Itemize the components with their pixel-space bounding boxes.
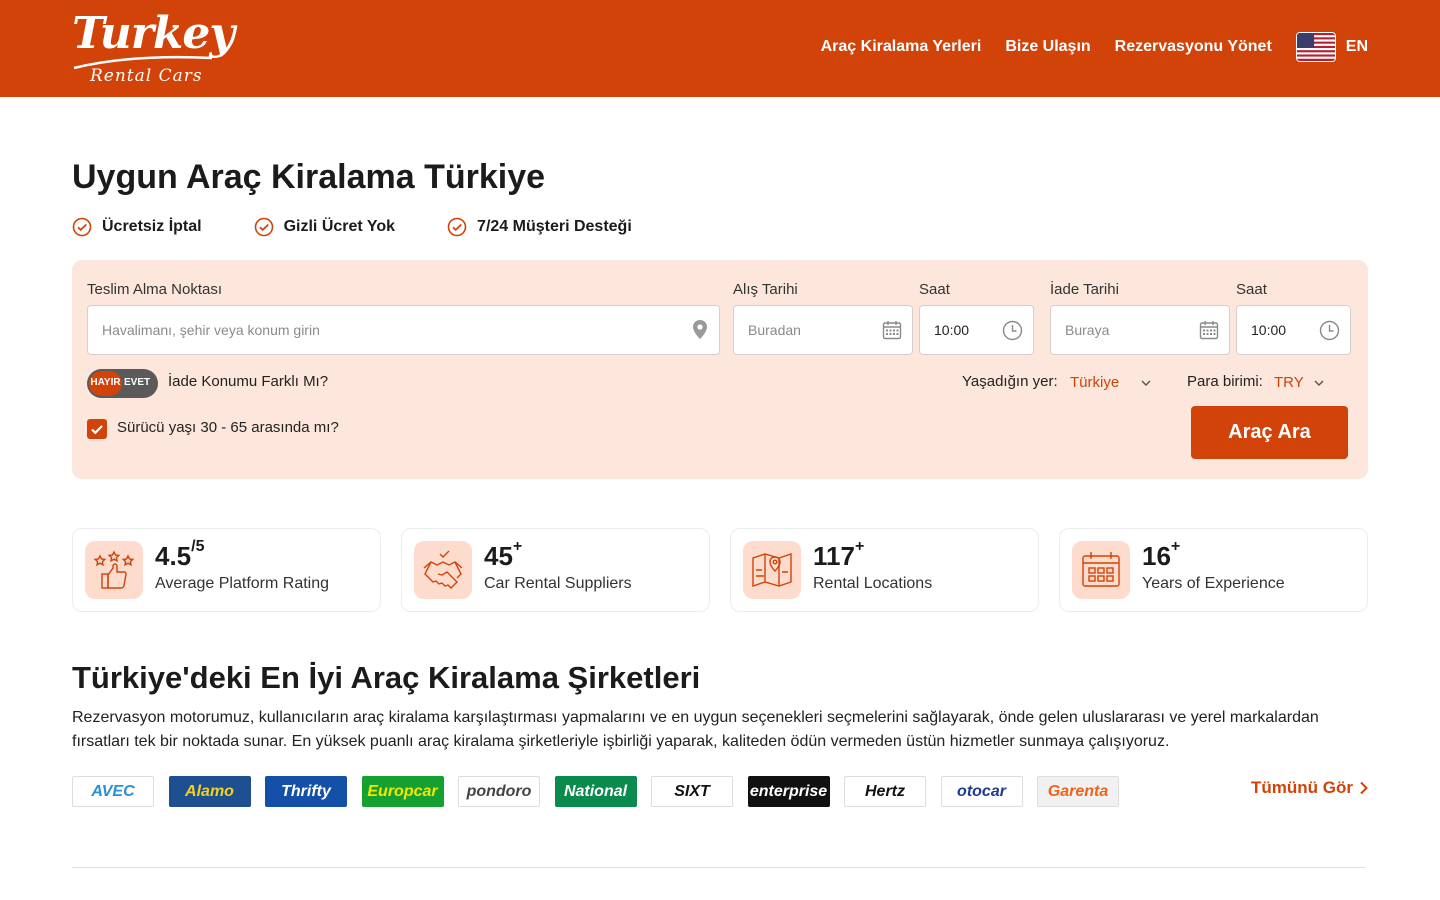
calendar-icon [1072, 541, 1130, 599]
pickup-location-input[interactable] [102, 322, 705, 338]
checkmark-icon [91, 425, 103, 435]
stat-value: 45+ [484, 538, 523, 571]
check-circle-icon [72, 217, 92, 237]
stat-card-rating: 4.5/5 Average Platform Rating [72, 528, 381, 612]
stat-label: Car Rental Suppliers [484, 575, 632, 592]
nav-manage-booking[interactable]: Rezervasyonu Yönet [1115, 38, 1272, 56]
handshake-icon [414, 541, 472, 599]
companies-title: Türkiye'deki En İyi Araç Kiralama Şirket… [72, 660, 701, 695]
stat-card-locations: 117+ Rental Locations [730, 528, 1039, 612]
return-time-value: 10:00 [1251, 322, 1287, 338]
brand-logo-europcar[interactable]: Europcar [361, 776, 444, 807]
return-date-label: İade Tarihi [1050, 281, 1119, 298]
feature-no-hidden-fee: Gizli Ücret Yok [254, 217, 395, 237]
brand-logo-thrifty[interactable]: Thrifty [265, 776, 347, 807]
pickup-location-label: Teslim Alma Noktası [87, 281, 223, 298]
return-time-label: Saat [1236, 281, 1267, 298]
search-cars-button[interactable]: Araç Ara [1191, 406, 1348, 459]
stat-value: 4.5/5 [155, 538, 205, 571]
driver-age-label: Sürücü yaşı 30 - 65 arasında mı? [117, 419, 339, 436]
brand-logo-pondoro[interactable]: pondoro [458, 776, 540, 807]
toggle-no-label: HAYIR [90, 377, 121, 388]
brand-logo-garenta[interactable]: Garenta [1037, 776, 1119, 807]
stat-value: 16+ [1142, 538, 1181, 571]
brand-logo-row: AVEC Alamo Thrifty Europcar pondoro Nati… [72, 776, 1134, 807]
chevron-right-icon [1360, 781, 1368, 795]
feature-free-cancel: Ücretsiz İptal [72, 217, 202, 237]
stat-value: 117+ [813, 538, 865, 571]
nav-contact[interactable]: Bize Ulaşın [1005, 38, 1090, 56]
section-divider [72, 867, 1366, 868]
clock-icon [1319, 320, 1340, 341]
return-time-field[interactable]: 10:00 [1236, 305, 1351, 355]
calendar-icon [882, 321, 902, 340]
stat-card-suppliers: 45+ Car Rental Suppliers [401, 528, 710, 612]
see-all-link[interactable]: Tümünü Gör [1251, 778, 1369, 798]
toggle-yes-label: EVET [124, 377, 151, 388]
residence-label: Yaşadığın yer: [962, 373, 1058, 390]
language-selector[interactable]: EN [1295, 32, 1368, 62]
brand-logo-national[interactable]: National [554, 776, 637, 807]
check-circle-icon [254, 217, 273, 237]
brand-logo-avec[interactable]: AVEC [72, 776, 154, 807]
pickup-time-field[interactable]: 10:00 [919, 305, 1034, 355]
pickup-time-label: Saat [919, 281, 950, 298]
stat-label: Average Platform Rating [155, 575, 330, 592]
brand-logo-enterprise[interactable]: enterprise [747, 776, 830, 807]
page-title: Uygun Araç Kiralama Türkiye [72, 158, 546, 196]
feature-label: 7/24 Müşteri Desteği [477, 218, 632, 235]
companies-description: Rezervasyon motorumuz, kullanıcıların ar… [72, 709, 1319, 750]
brand-logo-hertz[interactable]: Hertz [844, 776, 926, 807]
driver-age-checkbox[interactable] [87, 419, 107, 439]
map-icon [743, 541, 801, 599]
brand-logo-alamo[interactable]: Alamo [168, 776, 251, 807]
logo-sub-text: Rental Cars [90, 66, 203, 86]
clock-icon [1002, 320, 1023, 341]
check-circle-icon [447, 217, 467, 237]
feature-support: 7/24 Müşteri Desteği [447, 217, 632, 237]
pickup-time-value: 10:00 [934, 322, 970, 338]
language-label: EN [1345, 38, 1368, 55]
brand-logo-sixt[interactable]: SIXT [651, 776, 733, 807]
stat-card-experience: 16+ Years of Experience [1059, 528, 1368, 612]
brand-logo-otocar[interactable]: otocar [940, 776, 1023, 807]
calendar-icon [1199, 321, 1219, 340]
chevron-down-icon[interactable] [1313, 377, 1325, 389]
stat-label: Years of Experience [1142, 575, 1285, 592]
logo[interactable]: Turkey Rental Cars [72, 8, 235, 92]
feature-list: Ücretsiz İptal Gizli Ücret Yok 7/24 Müşt… [72, 214, 684, 240]
pickup-date-label: Alış Tarihi [733, 281, 798, 298]
us-flag-icon [1295, 32, 1336, 62]
chevron-down-icon[interactable] [1140, 377, 1152, 389]
rating-thumb-icon [85, 541, 143, 599]
main-nav: Araç Kiralama Yerleri Bize Ulaşın Rezerv… [797, 30, 1368, 64]
nav-rental-locations[interactable]: Araç Kiralama Yerleri [821, 38, 982, 56]
return-date-field[interactable] [1050, 305, 1230, 355]
different-return-label: İade Konumu Farklı Mı? [168, 373, 329, 390]
residence-select[interactable]: Türkiye [1070, 374, 1119, 391]
pickup-date-field[interactable] [733, 305, 913, 355]
pickup-location-field[interactable] [87, 305, 720, 355]
return-date-input[interactable] [1065, 322, 1215, 338]
see-all-label: Tümünü Gör [1251, 778, 1353, 797]
search-form: Teslim Alma Noktası Alış Tarihi Saat 10:… [72, 260, 1368, 479]
currency-select[interactable]: TRY [1274, 374, 1304, 391]
different-return-toggle[interactable]: HAYIR EVET [87, 369, 158, 398]
currency-label: Para birimi: [1187, 373, 1263, 390]
location-pin-icon [693, 320, 707, 339]
feature-label: Ücretsiz İptal [102, 218, 202, 235]
pickup-date-input[interactable] [748, 322, 898, 338]
site-header: Turkey Rental Cars Araç Kiralama Yerleri… [0, 0, 1440, 97]
stat-label: Rental Locations [813, 575, 933, 592]
feature-label: Gizli Ücret Yok [283, 218, 396, 235]
